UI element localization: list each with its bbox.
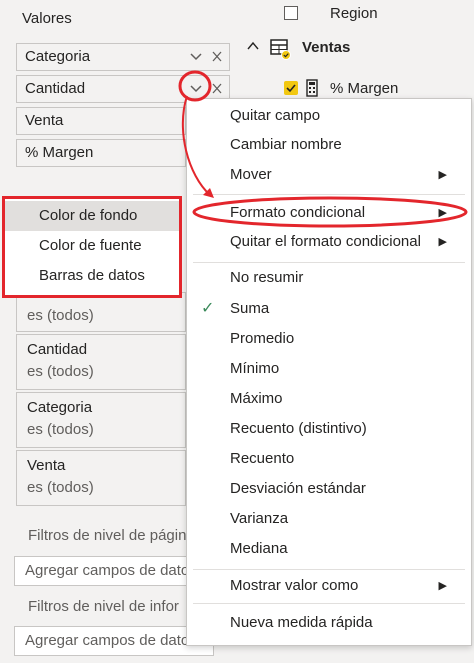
annotation-overlay xyxy=(178,70,468,228)
